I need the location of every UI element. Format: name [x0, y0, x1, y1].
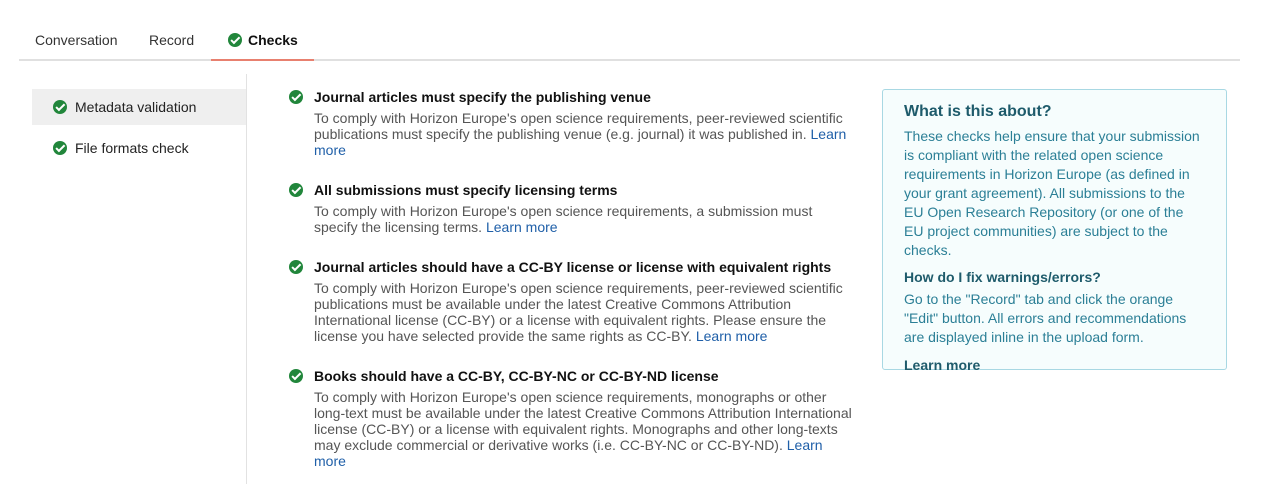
check-description: To comply with Horizon Europe's open sci…	[314, 110, 854, 158]
check-title: Books should have a CC-BY, CC-BY-NC or C…	[314, 368, 719, 384]
info-description: These checks help ensure that your submi…	[904, 128, 1200, 258]
info-title: What is this about?	[904, 103, 1052, 120]
checks-sidebar: Metadata validation File formats check	[32, 74, 247, 484]
tab-checks-label: Checks	[248, 32, 298, 48]
info-subtitle: How do I fix warnings/errors?	[904, 269, 1101, 285]
check-circle-icon	[289, 260, 303, 274]
check-circle-icon	[289, 369, 303, 383]
check-circle-icon	[53, 141, 67, 155]
learn-more-link[interactable]: Learn more	[696, 328, 768, 344]
check-description: To comply with Horizon Europe's open sci…	[314, 203, 854, 235]
check-description: To comply with Horizon Europe's open sci…	[314, 280, 854, 344]
sidebar-item-label: Metadata validation	[75, 99, 197, 115]
info-learn-more-link[interactable]: Learn more	[904, 357, 980, 373]
check-text: To comply with Horizon Europe's open sci…	[314, 110, 843, 142]
info-panel: What is this about? These checks help en…	[882, 89, 1227, 373]
check-title: Journal articles should have a CC-BY lic…	[314, 259, 832, 275]
sidebar-item-metadata-validation[interactable]: Metadata validation	[32, 89, 246, 125]
tab-conversation[interactable]: Conversation	[35, 24, 118, 61]
check-text: To comply with Horizon Europe's open sci…	[314, 389, 852, 453]
check-circle-icon	[53, 100, 67, 114]
learn-more-link[interactable]: Learn more	[486, 219, 558, 235]
tab-checks[interactable]: Checks	[211, 24, 314, 61]
check-circle-icon	[289, 90, 303, 104]
check-circle-icon	[289, 183, 303, 197]
sidebar-item-label: File formats check	[75, 140, 189, 156]
check-text: To comply with Horizon Europe's open sci…	[314, 203, 813, 235]
check-circle-icon	[228, 33, 242, 47]
check-title: All submissions must specify licensing t…	[314, 182, 618, 198]
check-description: To comply with Horizon Europe's open sci…	[314, 389, 854, 469]
tab-record[interactable]: Record	[149, 24, 194, 61]
sidebar-item-file-formats-check[interactable]: File formats check	[32, 130, 246, 166]
info-instructions: Go to the "Record" tab and click the ora…	[904, 291, 1187, 345]
check-title: Journal articles must specify the publis…	[314, 89, 651, 105]
tab-bar: Conversation Record Checks	[19, 24, 1240, 61]
